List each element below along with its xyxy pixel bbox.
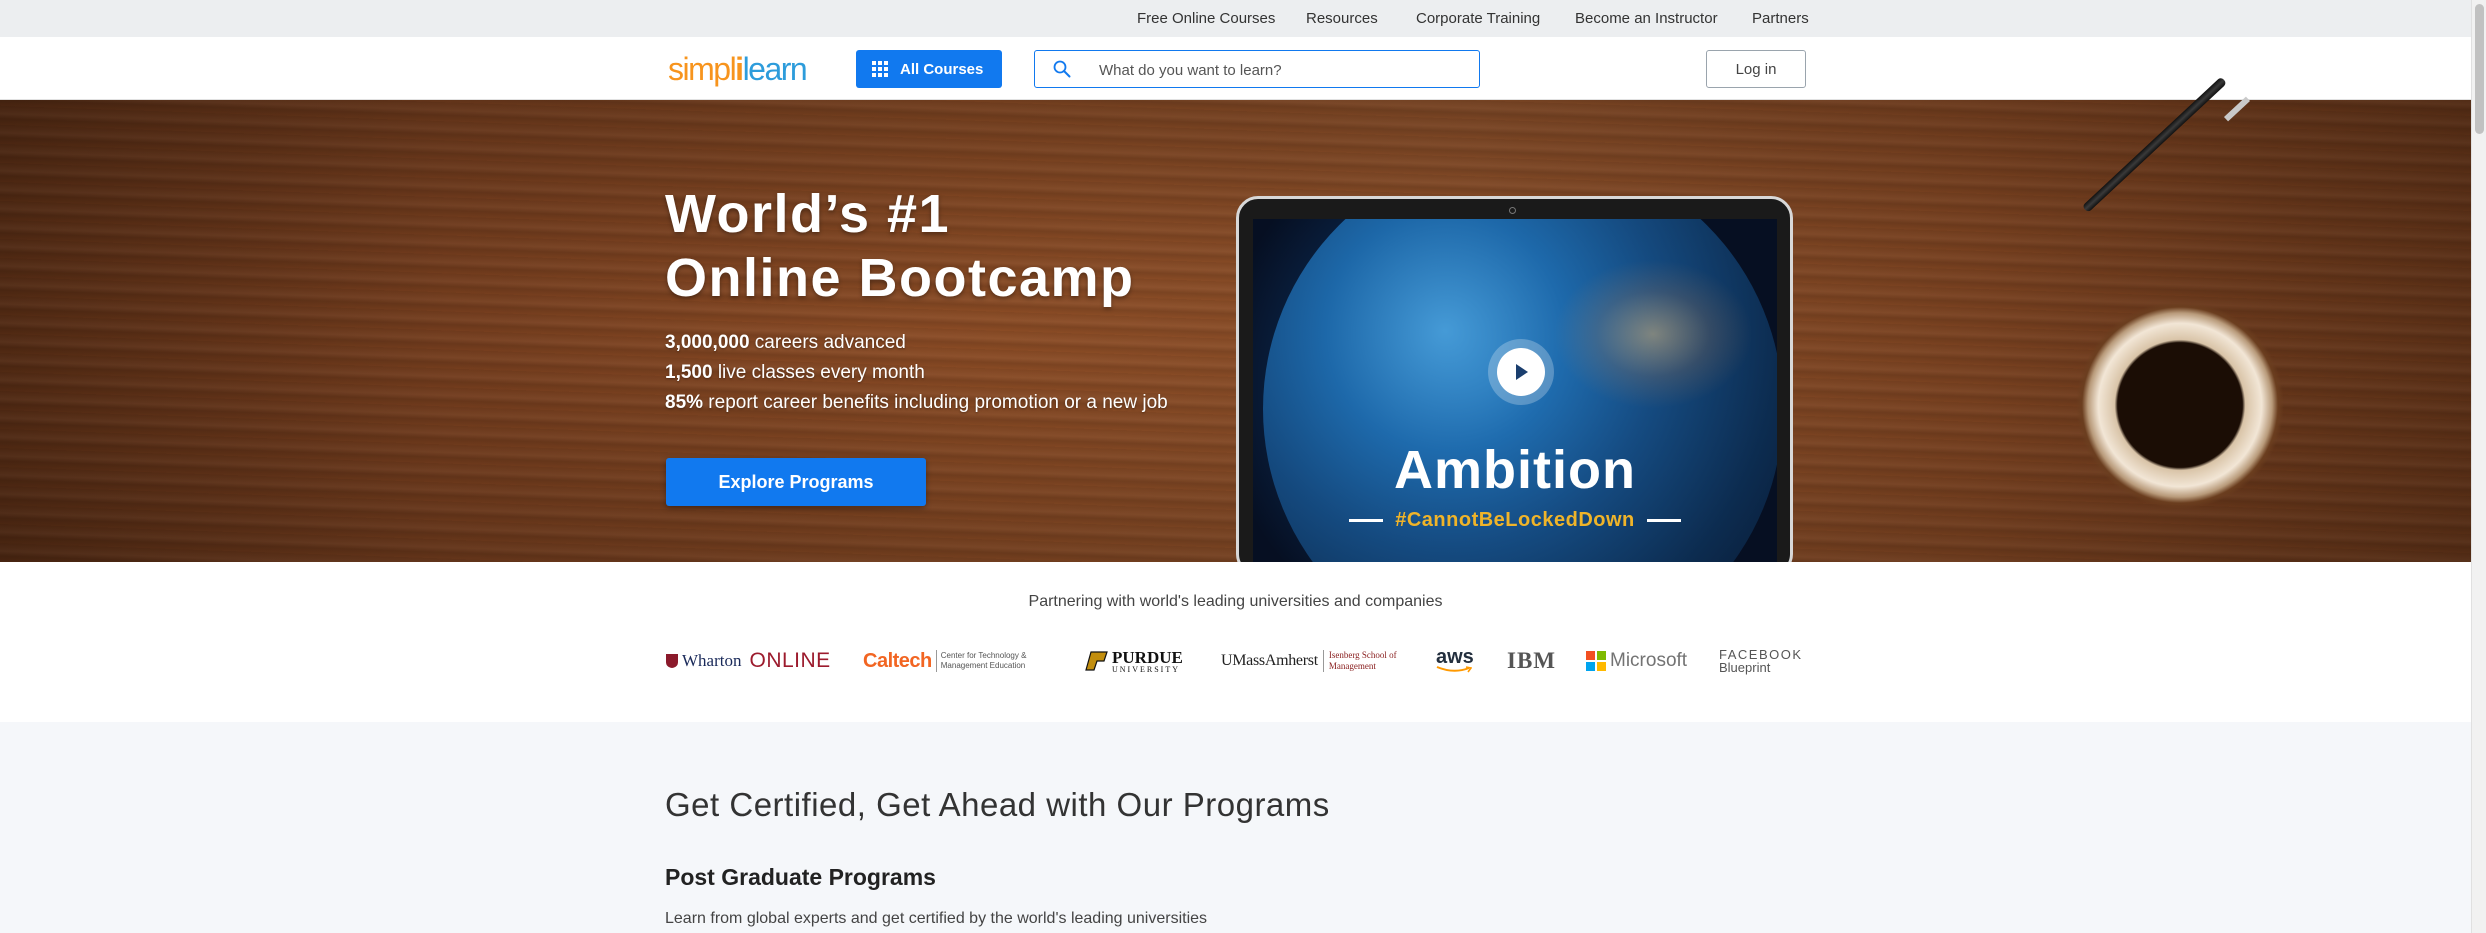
partner-logo-caltech: Caltech Center for Technology & Manageme… bbox=[863, 648, 1056, 674]
stat-value: 1,500 bbox=[665, 362, 713, 383]
tagline-divider-right bbox=[1646, 519, 1681, 522]
partner-logo-umass: UMassAmherst Isenberg School of Manageme… bbox=[1221, 648, 1407, 674]
logo-part-simpl: simpl bbox=[668, 51, 737, 87]
post-graduate-programs-description: Learn from global experts and get certif… bbox=[665, 910, 1208, 927]
top-utility-bar: Free Online Courses Resources Corporate … bbox=[0, 0, 2471, 37]
umass-divider bbox=[1322, 650, 1324, 672]
hero-title-line1: World’s #1 bbox=[665, 184, 951, 244]
microsoft-name: Microsoft bbox=[1610, 650, 1688, 671]
partner-logo-facebook-blueprint: FACEBOOK Blueprint bbox=[1719, 648, 1803, 674]
wharton-shield-icon bbox=[666, 654, 678, 668]
umass-isenberg: Isenberg School of Management bbox=[1328, 650, 1397, 671]
caltech-divider bbox=[935, 650, 937, 672]
hero-title-line2: Online Bootcamp bbox=[665, 248, 1135, 308]
search-box bbox=[1034, 50, 1480, 88]
all-courses-button[interactable]: All Courses bbox=[856, 50, 1002, 88]
ibm-name: IBM bbox=[1507, 648, 1556, 673]
top-link-free-online-courses[interactable]: Free Online Courses bbox=[1137, 10, 1275, 27]
logo-part-learn: learn bbox=[742, 51, 808, 87]
video-tagline: #CannotBeLockedDown bbox=[1395, 509, 1635, 531]
partner-logo-ibm: IBM bbox=[1507, 648, 1556, 674]
caltech-name: Caltech bbox=[863, 649, 932, 672]
logo-separator: i bbox=[735, 51, 744, 87]
top-link-become-an-instructor[interactable]: Become an Instructor bbox=[1575, 10, 1718, 27]
aws-smile-icon bbox=[1436, 666, 1472, 673]
partner-logo-aws: aws bbox=[1436, 646, 1474, 674]
stat-text: careers advanced bbox=[749, 332, 906, 353]
purdue-p-icon bbox=[1085, 651, 1108, 671]
purdue-wordmark: PURDUE UNIVERSITY bbox=[1112, 649, 1183, 674]
video-title: Ambition bbox=[1394, 440, 1636, 500]
tablet-camera bbox=[1509, 207, 1516, 214]
login-button[interactable]: Log in bbox=[1706, 50, 1806, 88]
search-icon[interactable] bbox=[1053, 60, 1071, 78]
facebook-blueprint: Blueprint bbox=[1719, 660, 1771, 675]
simplilearn-logo[interactable]: simplilearn bbox=[668, 51, 808, 87]
stat-text: live classes every month bbox=[712, 362, 925, 383]
caltech-center-text: Center for Technology & Management Educa… bbox=[940, 651, 1027, 670]
wharton-online: ONLINE bbox=[749, 649, 831, 672]
page: Free Online Courses Resources Corporate … bbox=[0, 0, 2486, 933]
purdue-name: PURDUE bbox=[1112, 647, 1183, 667]
main-navbar: simplilearn All Courses Log in bbox=[0, 37, 2471, 100]
partner-logo-wharton: Wharton ONLINE bbox=[665, 648, 831, 674]
video-thumbnail[interactable]: Ambition #CannotBeLockedDown bbox=[1253, 219, 1777, 562]
hero-stat-live-classes: 1,500 live classes every month bbox=[665, 362, 925, 384]
top-link-resources[interactable]: Resources bbox=[1306, 10, 1378, 27]
hero-stat-careers: 3,000,000 careers advanced bbox=[665, 332, 906, 354]
stat-value: 85% bbox=[665, 392, 704, 413]
play-button[interactable] bbox=[1488, 339, 1554, 405]
partner-logo-microsoft: Microsoft bbox=[1586, 648, 1687, 674]
umass-name: UMassAmherst bbox=[1221, 652, 1318, 669]
aws-name: aws bbox=[1436, 646, 1474, 668]
video-tablet: Ambition #CannotBeLockedDown bbox=[1236, 196, 1793, 562]
wharton-name: Wharton bbox=[682, 651, 742, 670]
post-graduate-programs-heading: Post Graduate Programs bbox=[665, 864, 936, 890]
video-tagline-row: #CannotBeLockedDown bbox=[1253, 509, 1777, 532]
explore-programs-button[interactable]: Explore Programs bbox=[666, 458, 926, 506]
coffee-cup-image bbox=[2075, 300, 2285, 510]
sunrise-glow bbox=[1553, 259, 1753, 409]
stat-text: report career benefits including promoti… bbox=[703, 392, 1168, 413]
hero-title: World’s #1 Online Bootcamp bbox=[665, 182, 1135, 310]
search-input[interactable] bbox=[1099, 60, 1469, 80]
stat-value: 3,000,000 bbox=[665, 332, 750, 353]
top-link-partners[interactable]: Partners bbox=[1752, 10, 1809, 27]
play-icon bbox=[1497, 348, 1545, 396]
tagline-divider-left bbox=[1349, 519, 1384, 522]
programs-section-title: Get Certified, Get Ahead with Our Progra… bbox=[665, 786, 1330, 823]
scrollbar-thumb[interactable] bbox=[2475, 4, 2484, 134]
grid-menu-icon bbox=[872, 61, 888, 77]
top-link-corporate-training[interactable]: Corporate Training bbox=[1416, 10, 1540, 27]
page-scrollbar[interactable] bbox=[2471, 0, 2486, 933]
programs-section: Get Certified, Get Ahead with Our Progra… bbox=[0, 722, 2471, 933]
all-courses-label: All Courses bbox=[900, 60, 984, 78]
hero-stat-career-benefits: 85% report career benefits including pro… bbox=[665, 392, 1168, 414]
purdue-university: UNIVERSITY bbox=[1112, 664, 1180, 674]
microsoft-windows-icon bbox=[1586, 651, 1606, 671]
partners-heading: Partnering with world's leading universi… bbox=[1028, 593, 1443, 610]
partner-logo-purdue: PURDUE UNIVERSITY bbox=[1085, 648, 1183, 674]
hero-banner: World’s #1 Online Bootcamp 3,000,000 car… bbox=[0, 100, 2471, 562]
